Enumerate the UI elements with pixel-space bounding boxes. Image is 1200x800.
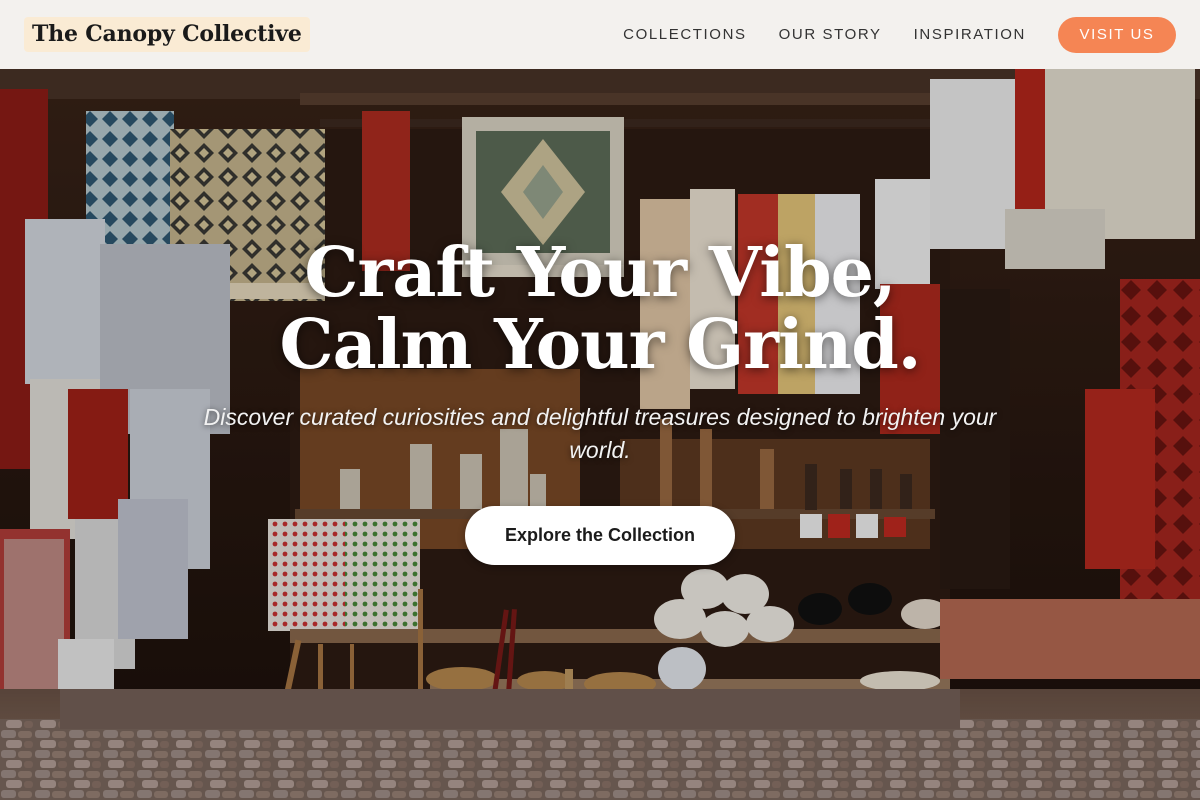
hero-subtitle: Discover curated curiosities and delight… xyxy=(203,404,997,463)
hero-title: Craft Your Vibe, Calm Your Grind. xyxy=(0,237,1200,381)
site-header: The Canopy Collective COLLECTIONS OUR ST… xyxy=(0,0,1200,69)
brand-logo[interactable]: The Canopy Collective xyxy=(24,17,310,52)
hero-title-line-2: Calm Your Grind. xyxy=(279,305,922,385)
nav-link-collections[interactable]: COLLECTIONS xyxy=(623,26,746,43)
nav-link-our-story[interactable]: OUR STORY xyxy=(779,26,882,43)
hero-title-line-1: Craft Your Vibe, xyxy=(304,233,896,313)
visit-us-button[interactable]: VISIT US xyxy=(1058,16,1176,53)
nav-link-inspiration[interactable]: INSPIRATION xyxy=(914,26,1026,43)
hero-section: Craft Your Vibe, Calm Your Grind. Discov… xyxy=(0,69,1200,800)
main-nav: COLLECTIONS OUR STORY INSPIRATION VISIT … xyxy=(591,16,1176,53)
hero-content: Craft Your Vibe, Calm Your Grind. Discov… xyxy=(0,69,1200,800)
explore-collection-button[interactable]: Explore the Collection xyxy=(465,506,735,565)
